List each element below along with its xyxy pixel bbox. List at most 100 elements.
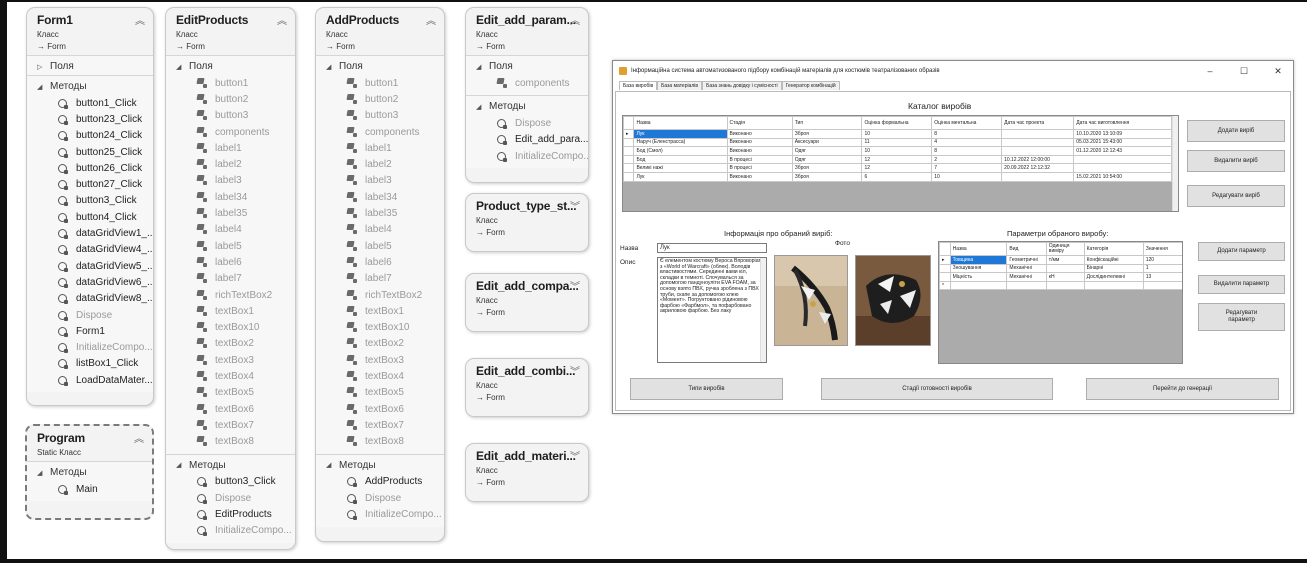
table-cell[interactable]: Дослідинтелевні: [1083, 272, 1144, 282]
collapse-chevron-icon[interactable]: ︽: [426, 12, 436, 27]
table-cell[interactable]: 05.03.2021 15:43:00: [1073, 137, 1172, 148]
row-selector[interactable]: [623, 171, 635, 182]
expand-chevron-icon[interactable]: ︾: [570, 278, 580, 293]
section-header[interactable]: ◢ Методы: [316, 457, 444, 474]
products-grid[interactable]: Назва Стадія Тип Оцінка формальна Оцінка мен…: [622, 115, 1179, 212]
field-item[interactable]: label7: [166, 271, 295, 287]
field-item[interactable]: textBox6: [166, 401, 295, 417]
section-header[interactable]: ◢ Поля: [166, 58, 295, 75]
column-header[interactable]: Значення: [1142, 242, 1182, 256]
class-header[interactable]: AddProducts Класс → Form ︽: [316, 8, 444, 55]
table-cell[interactable]: Бод (Смол): [633, 146, 728, 156]
tab-knowledge-base[interactable]: База знань довідку і сумісності: [702, 81, 782, 90]
collapse-triangle-icon[interactable]: ◢: [326, 461, 334, 469]
expand-chevron-icon[interactable]: ︾: [570, 363, 580, 378]
class-header[interactable]: Edit_add_compa... Класс → Form ︾: [466, 274, 588, 321]
field-item[interactable]: button2: [166, 91, 295, 107]
column-header[interactable]: Оцінка ментальна: [931, 116, 1003, 130]
add-parameter-button[interactable]: Додати параметр: [1198, 242, 1285, 261]
class-card-product-type[interactable]: Product_type_st... Класс → Form ︾: [465, 193, 589, 252]
table-row[interactable]: Зношування Механічні Бінарні 1: [939, 263, 1182, 274]
new-row[interactable]: *: [939, 280, 1182, 291]
field-item[interactable]: label6: [316, 254, 444, 270]
add-product-button[interactable]: Додати виріб: [1187, 120, 1285, 142]
section-header[interactable]: ◢ Поля: [466, 58, 588, 75]
section-header[interactable]: ◢ Поля: [316, 58, 444, 75]
field-item[interactable]: button3: [166, 108, 295, 124]
method-item[interactable]: Main: [27, 481, 152, 497]
table-cell[interactable]: Механічні: [1006, 272, 1047, 282]
collapse-chevron-icon[interactable]: ︽: [135, 12, 145, 27]
table-cell[interactable]: [1083, 280, 1144, 291]
class-card-edit-add-compa[interactable]: Edit_add_compa... Класс → Form ︾: [465, 273, 589, 332]
tab-materials[interactable]: База матеріалів: [657, 81, 703, 90]
table-cell[interactable]: 10: [931, 171, 1003, 182]
field-item[interactable]: label34: [316, 189, 444, 205]
table-cell[interactable]: т/мм: [1045, 255, 1085, 265]
readiness-stages-button[interactable]: Стадії готовності виробів: [821, 378, 1053, 400]
class-header[interactable]: Edit_add_combi... Класс → Form ︾: [466, 359, 588, 406]
method-item[interactable]: dataGridView1_...: [27, 225, 153, 241]
minimize-button[interactable]: –: [1195, 66, 1225, 76]
method-item[interactable]: listBox1_Click: [27, 356, 153, 372]
table-cell[interactable]: 1: [1142, 263, 1182, 274]
field-item[interactable]: textBox8: [316, 434, 444, 450]
section-header[interactable]: ▷ Поля: [27, 58, 153, 75]
table-cell[interactable]: Бод: [633, 154, 728, 165]
class-header[interactable]: Product_type_st... Класс → Form ︾: [466, 194, 588, 241]
table-cell[interactable]: 4: [931, 137, 1003, 148]
field-item[interactable]: textBox7: [166, 417, 295, 433]
table-cell[interactable]: Великі нажі: [633, 163, 728, 173]
class-card-editproducts[interactable]: EditProducts Класс → Form ︽ ◢ Поля button1 butt…: [165, 7, 296, 550]
field-item[interactable]: button1: [316, 75, 444, 91]
field-item[interactable]: label35: [316, 205, 444, 221]
field-item[interactable]: label35: [166, 205, 295, 221]
table-cell[interactable]: 10.12.2022 12:00:00: [1001, 154, 1075, 165]
table-cell[interactable]: [1142, 280, 1182, 291]
class-card-edit-add-combi[interactable]: Edit_add_combi... Класс → Form ︾: [465, 358, 589, 417]
field-item[interactable]: textBox4: [316, 368, 444, 384]
method-item[interactable]: LoadDataMater...: [27, 372, 153, 388]
table-cell[interactable]: Виконано: [726, 137, 793, 148]
table-row[interactable]: ▸ Лук Виконано Зброя 10 8 10.10.2020 13:10:09: [623, 129, 1172, 139]
collapse-triangle-icon[interactable]: ◢: [326, 63, 334, 71]
table-cell[interactable]: [1001, 137, 1075, 148]
products-grid-scrollbar[interactable]: [1172, 116, 1178, 211]
table-cell[interactable]: Зброя: [791, 129, 863, 139]
table-cell[interactable]: Виконано: [726, 129, 793, 139]
table-cell[interactable]: 12: [861, 154, 933, 165]
field-item[interactable]: textBox8: [166, 434, 295, 450]
column-header[interactable]: Тип: [791, 116, 863, 130]
column-header[interactable]: Назва: [633, 116, 728, 130]
collapse-chevron-icon[interactable]: ︽: [277, 12, 287, 27]
table-cell[interactable]: В процесі: [726, 154, 793, 165]
field-item[interactable]: label1: [166, 140, 295, 156]
table-cell[interactable]: 120: [1142, 255, 1182, 265]
table-cell[interactable]: [949, 280, 1008, 291]
row-selector[interactable]: ▸: [939, 255, 951, 265]
collapse-triangle-icon[interactable]: ◢: [37, 469, 45, 477]
class-card-edit-add-materi[interactable]: Edit_add_materi... Класс → Form ︾: [465, 443, 589, 502]
table-row[interactable]: Бод В процесі Одяг 12 2 10.12.2022 12:00:00: [623, 154, 1172, 165]
table-cell[interactable]: Міцність: [949, 272, 1008, 282]
description-textbox[interactable]: Є елементом костюму Вероса Впроворіата з…: [657, 257, 767, 363]
column-header[interactable]: Назва: [949, 242, 1008, 256]
row-selector[interactable]: [939, 272, 951, 282]
column-header[interactable]: Одиниця виміру: [1045, 242, 1085, 256]
product-types-button[interactable]: Типи виробів: [630, 378, 783, 400]
table-cell[interactable]: 8: [931, 146, 1003, 156]
table-row[interactable]: Наруч (Еленстрасса) Виконано Аксесуари 11 4 0…: [623, 137, 1172, 148]
table-cell[interactable]: 10.10.2020 13:10:09: [1073, 129, 1172, 139]
table-row[interactable]: Міцність Механічні кН Дослідинтелевні 13: [939, 272, 1182, 282]
method-item[interactable]: InitializeCompo...: [166, 523, 295, 539]
section-header[interactable]: ◢ Методы: [27, 464, 152, 481]
table-cell[interactable]: 8: [931, 129, 1003, 139]
method-item[interactable]: Edit_add_para...: [466, 132, 588, 148]
column-header[interactable]: Категорія: [1083, 242, 1144, 256]
collapse-triangle-icon[interactable]: ◢: [37, 83, 45, 91]
delete-product-button[interactable]: Видалити виріб: [1187, 150, 1285, 172]
field-item[interactable]: textBox4: [166, 368, 295, 384]
table-cell[interactable]: Одяг: [791, 146, 863, 156]
table-cell[interactable]: 6: [861, 171, 933, 182]
field-item[interactable]: label3: [316, 173, 444, 189]
